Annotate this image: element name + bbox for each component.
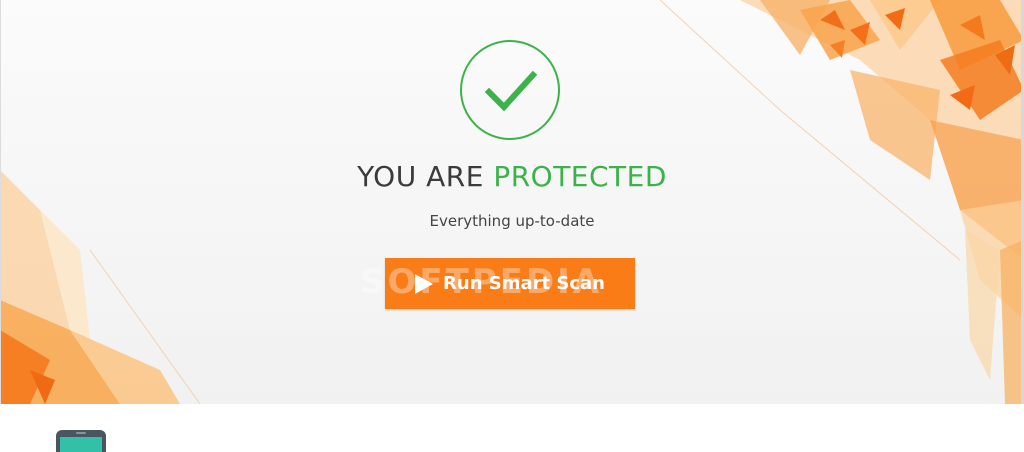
scan-button-label: Run Smart Scan	[443, 273, 605, 294]
status-hero: YOU ARE PROTECTED Everything up-to-date …	[0, 0, 1024, 404]
status-subtitle: Everything up-to-date	[429, 212, 595, 230]
window-left-border	[0, 0, 1, 450]
protection-status-heading: YOU ARE PROTECTED	[0, 160, 1024, 193]
play-icon	[415, 273, 434, 294]
run-smart-scan-button[interactable]: Run Smart Scan	[385, 258, 635, 309]
mobile-device-icon[interactable]	[54, 428, 108, 452]
headline-prefix: YOU ARE	[357, 160, 494, 193]
headline-accent: PROTECTED	[493, 160, 667, 193]
checkmark-circle-icon	[460, 40, 560, 140]
bottom-panel	[0, 404, 1024, 450]
